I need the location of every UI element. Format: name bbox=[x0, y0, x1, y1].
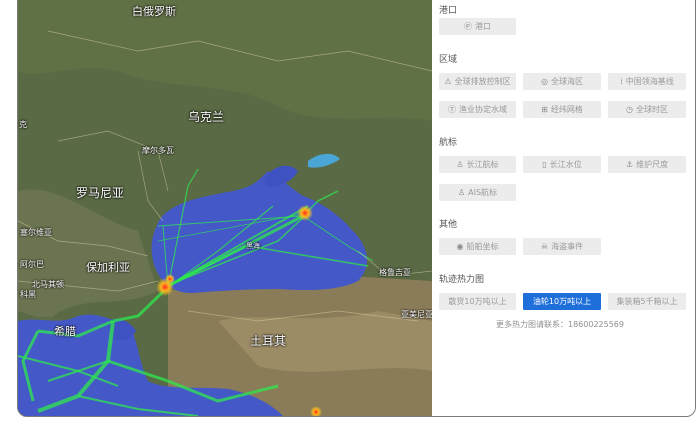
layer-ship-position-button[interactable]: ◉ 船舶坐标 bbox=[439, 238, 516, 255]
grid-icon: ⊞ bbox=[541, 105, 548, 114]
port-icon: Ⓟ bbox=[464, 22, 472, 31]
heatmap-contact-hint: 更多热力图请联系：18600225569 bbox=[496, 320, 624, 329]
map-label-montenegro: 阿尔巴 bbox=[20, 260, 44, 269]
map-label-macedonia-short: 科黑 bbox=[20, 290, 36, 299]
section-title-port: 港口 bbox=[439, 6, 458, 16]
map-label-moldova: 摩尔多瓦 bbox=[142, 146, 174, 155]
map-label-north-macedonia: 北马其顿 bbox=[32, 280, 64, 289]
map-label-czech: 克 bbox=[19, 120, 27, 129]
clock-icon: ◷ bbox=[626, 105, 633, 114]
layer-emission-control-button[interactable]: ⚠ 全球排放控制区 bbox=[439, 73, 516, 90]
water-level-icon: ▯ bbox=[542, 160, 547, 169]
satellite-map[interactable] bbox=[18, 0, 432, 416]
layer-yangtze-buoy-button[interactable]: ♙ 长江航标 bbox=[439, 156, 516, 173]
map-label-armenia: 亚美尼亚 bbox=[401, 310, 433, 319]
map-label-serbia: 塞尔维亚 bbox=[20, 228, 52, 237]
layer-yangtze-water-level-button[interactable]: ▯ 长江水位 bbox=[523, 156, 601, 173]
layer-port-button[interactable]: Ⓟ 港口 bbox=[439, 18, 516, 35]
layer-piracy-events-button[interactable]: ☠ 海盗事件 bbox=[523, 238, 601, 255]
layer-panel: 港口 Ⓟ 港口 区域 ⚠ 全球排放控制区 ◎ 全球海区 ⁞ 中国领海基线 Ⓣ 渔业协定水域… bbox=[432, 0, 695, 416]
section-title-other: 其他 bbox=[439, 220, 458, 230]
layer-china-baseline-button[interactable]: ⁞ 中国领海基线 bbox=[608, 73, 686, 90]
map-label-belarus: 白俄罗斯 bbox=[132, 5, 176, 18]
app-window: 白俄罗斯 乌克兰 摩尔多瓦 罗马尼亚 塞尔维亚 保加利亚 阿尔巴 北马其顿 希腊… bbox=[17, 0, 696, 417]
globe-icon: ◎ bbox=[541, 77, 548, 86]
maintenance-icon: ⚓ bbox=[625, 160, 634, 169]
baseline-icon: ⁞ bbox=[620, 77, 623, 86]
map-view[interactable]: 白俄罗斯 乌克兰 摩尔多瓦 罗马尼亚 塞尔维亚 保加利亚 阿尔巴 北马其顿 希腊… bbox=[18, 0, 433, 416]
section-title-region: 区域 bbox=[439, 55, 458, 65]
layer-global-sea-area-button[interactable]: ◎ 全球海区 bbox=[523, 73, 601, 90]
heatmap-oil-tanker-button[interactable]: 油轮10万吨以上 bbox=[523, 293, 601, 310]
layer-lat-lon-grid-button[interactable]: ⊞ 经纬网格 bbox=[523, 101, 601, 118]
pirate-icon: ☠ bbox=[540, 242, 549, 251]
layer-ais-buoy-button[interactable]: ♙ AIS航标 bbox=[439, 184, 516, 201]
map-label-ukraine: 乌克兰 bbox=[188, 110, 225, 124]
fishery-icon: Ⓣ bbox=[448, 105, 456, 114]
warning-icon: ⚠ bbox=[444, 77, 452, 86]
map-label-black-sea: 黑海 bbox=[246, 242, 260, 250]
map-label-georgia: 格鲁吉亚 bbox=[379, 268, 411, 277]
section-title-navigation: 航标 bbox=[439, 138, 458, 148]
ais-buoy-icon: ♙ bbox=[457, 188, 466, 197]
layer-time-zone-button[interactable]: ◷ 全球时区 bbox=[608, 101, 686, 118]
heatmap-bulk-carrier-button[interactable]: 散货10万吨以上 bbox=[439, 293, 516, 310]
map-label-greece: 希腊 bbox=[54, 325, 76, 338]
map-label-romania: 罗马尼亚 bbox=[76, 186, 125, 200]
layer-fishery-waters-button[interactable]: Ⓣ 渔业协定水域 bbox=[439, 101, 516, 118]
section-title-heatmap: 轨迹热力图 bbox=[439, 275, 485, 285]
ship-position-icon: ◉ bbox=[456, 242, 464, 251]
heatmap-container-ship-button[interactable]: 集装箱5千箱以上 bbox=[608, 293, 686, 310]
map-label-bulgaria: 保加利亚 bbox=[86, 261, 130, 274]
map-label-turkey: 土耳其 bbox=[250, 334, 287, 348]
buoy-icon: ♙ bbox=[456, 160, 464, 169]
layer-maintenance-scale-button[interactable]: ⚓ 维护尺度 bbox=[608, 156, 686, 173]
